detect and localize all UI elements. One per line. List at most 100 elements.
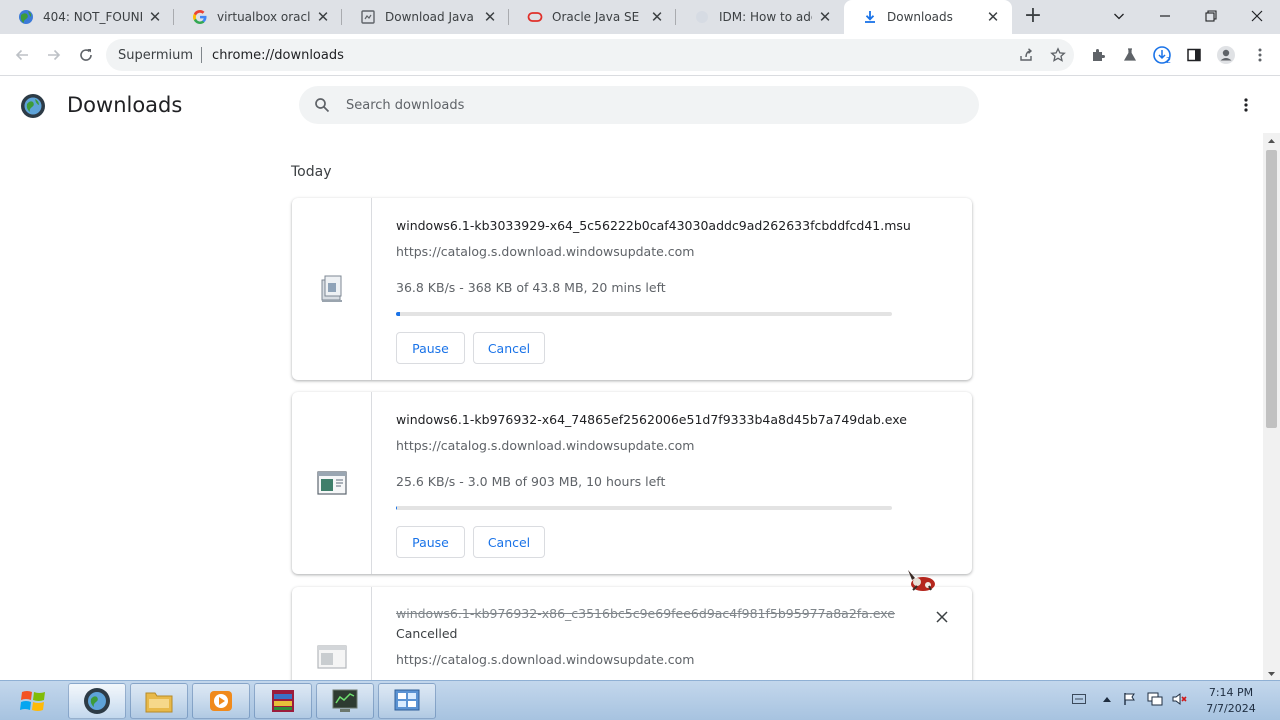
exe-window-disabled-icon	[316, 645, 347, 669]
progress-fill	[396, 506, 398, 510]
download-favicon-icon	[862, 9, 878, 25]
address-bar[interactable]: Supermium chrome://downloads	[106, 39, 1074, 71]
minimize-button[interactable]	[1142, 0, 1188, 32]
file-name[interactable]: windows6.1-kb3033929-x64_5c56222b0caf430…	[396, 218, 911, 233]
reload-icon	[80, 49, 92, 61]
desktop-pet-icon	[905, 566, 937, 594]
download-status: 25.6 KB/s - 3.0 MB of 903 MB, 10 hours l…	[396, 474, 666, 489]
page-title: Downloads	[67, 93, 183, 117]
tab-idm[interactable]: IDM: How to add IDM extension ✕	[676, 0, 844, 34]
page-menu-button[interactable]	[1236, 95, 1256, 115]
flask-icon	[1123, 48, 1137, 61]
archive-icon	[272, 690, 294, 712]
puzzle-icon	[1093, 49, 1105, 61]
browser-toolbar: Supermium chrome://downloads 2	[0, 34, 1280, 76]
tab-oracle-license[interactable]: Oracle Java SE License ✕	[509, 0, 676, 34]
tab-label: virtualbox oracle - Google Search	[217, 10, 310, 24]
close-tab-icon[interactable]: ✕	[648, 8, 666, 26]
download-status: 36.8 KB/s - 368 KB of 43.8 MB, 20 mins l…	[396, 280, 666, 295]
tab-label: IDM: How to add IDM extension	[719, 10, 812, 24]
minimize-icon	[1160, 15, 1170, 17]
share-button[interactable]	[1014, 43, 1038, 67]
scroll-down-arrow-icon[interactable]	[1263, 666, 1280, 680]
tab-search-button[interactable]	[1096, 0, 1142, 32]
extension-flask-button[interactable]	[1118, 43, 1142, 67]
page-scrollbar[interactable]	[1263, 133, 1280, 680]
tab-download-java[interactable]: Download Java for Windows ✕	[342, 0, 509, 34]
taskbar-app-monitor[interactable]	[316, 683, 374, 719]
close-tab-icon[interactable]: ✕	[984, 8, 1002, 26]
supermium-logo-icon	[20, 93, 46, 119]
control-panel-icon	[394, 689, 420, 711]
taskbar-explorer[interactable]	[130, 683, 188, 719]
pause-button[interactable]: Pause	[396, 332, 465, 364]
close-tab-icon[interactable]: ✕	[816, 8, 834, 26]
oracle-favicon-icon	[527, 9, 543, 25]
show-hidden-icons-icon[interactable]	[1099, 691, 1115, 707]
taskbar-control-panel[interactable]	[378, 683, 436, 719]
taskbar-media-player[interactable]	[192, 683, 250, 719]
tab-google-search[interactable]: virtualbox oracle - Google Search ✕	[174, 0, 342, 34]
bookmark-button[interactable]	[1046, 43, 1070, 67]
search-icon	[315, 98, 330, 113]
file-icon-column	[292, 392, 372, 574]
side-panel-button[interactable]	[1182, 43, 1206, 67]
downloads-page: Downloads Today windows6.1-kb3033929-x64…	[0, 77, 1280, 680]
back-button[interactable]	[10, 43, 34, 67]
action-center-flag-icon[interactable]	[1122, 691, 1138, 707]
tab-label: Download Java for Windows	[385, 10, 477, 24]
taskbar-winrar[interactable]	[254, 683, 312, 719]
network-icon[interactable]	[1147, 691, 1163, 707]
more-vert-icon	[1244, 98, 1248, 112]
file-source-url[interactable]: https://catalog.s.download.windowsupdate…	[396, 652, 694, 667]
close-window-button[interactable]	[1234, 0, 1280, 32]
cancel-button[interactable]: Cancel	[473, 526, 545, 558]
file-icon-column	[292, 587, 372, 680]
chevron-down-icon	[1114, 13, 1124, 20]
scrollbar-thumb[interactable]	[1266, 150, 1277, 428]
taskbar-clock[interactable]: 7:14 PM 7/7/2024	[1196, 685, 1266, 717]
taskbar-supermium[interactable]	[68, 683, 126, 719]
url-text: chrome://downloads	[212, 47, 344, 63]
forward-button[interactable]	[42, 43, 66, 67]
close-tab-icon[interactable]: ✕	[481, 8, 499, 26]
downloads-button[interactable]: 2	[1150, 43, 1174, 67]
pause-button[interactable]: Pause	[396, 526, 465, 558]
tab-404[interactable]: 404: NOT_FOUND ✕	[0, 0, 174, 34]
close-icon	[936, 611, 948, 623]
volume-muted-icon[interactable]	[1172, 691, 1188, 707]
start-button[interactable]	[12, 683, 56, 719]
close-tab-icon[interactable]: ✕	[146, 8, 164, 26]
new-tab-button[interactable]: +	[1021, 5, 1045, 29]
tab-label: Downloads	[887, 10, 953, 24]
avatar-icon	[1217, 46, 1235, 64]
close-tab-icon[interactable]: ✕	[314, 8, 332, 26]
browser-menu-button[interactable]	[1248, 43, 1272, 67]
remove-from-list-button[interactable]	[932, 607, 952, 627]
restore-button[interactable]	[1188, 0, 1234, 32]
monitor-app-icon	[332, 689, 358, 712]
file-source-url[interactable]: https://catalog.s.download.windowsupdate…	[396, 244, 694, 259]
share-icon	[1020, 48, 1033, 61]
profile-button[interactable]	[1214, 43, 1238, 67]
download-count-badge: 2	[1166, 56, 1172, 65]
reload-button[interactable]	[74, 43, 98, 67]
msu-package-icon	[321, 275, 342, 302]
scroll-up-arrow-icon[interactable]	[1263, 133, 1280, 147]
search-bar[interactable]	[299, 86, 979, 124]
page-favicon-icon	[360, 9, 376, 25]
browser-name-chip: Supermium	[118, 47, 194, 63]
keyboard-tray-icon[interactable]	[1071, 691, 1087, 707]
tab-downloads[interactable]: Downloads ✕	[844, 0, 1012, 34]
file-name[interactable]: windows6.1-kb976932-x64_74865ef2562006e5…	[396, 412, 907, 427]
search-input[interactable]	[346, 97, 926, 113]
media-player-icon	[210, 691, 232, 711]
windows-taskbar: 7:14 PM 7/7/2024	[0, 680, 1280, 720]
file-source-url[interactable]: https://catalog.s.download.windowsupdate…	[396, 438, 694, 453]
exe-window-icon	[316, 471, 347, 495]
close-icon	[1251, 10, 1263, 22]
date-section-label: Today	[291, 164, 332, 180]
cancel-button[interactable]: Cancel	[473, 332, 545, 364]
extensions-button[interactable]	[1086, 43, 1110, 67]
google-favicon-icon	[192, 9, 208, 25]
